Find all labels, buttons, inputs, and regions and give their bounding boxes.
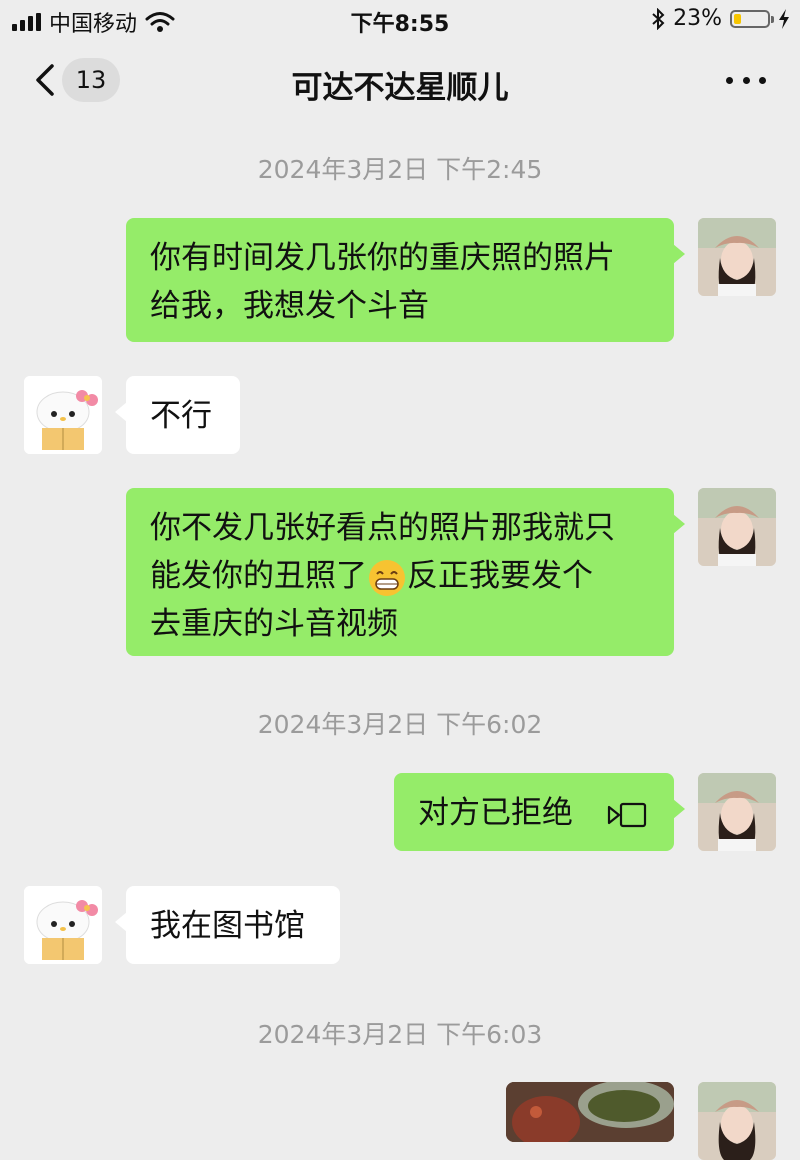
incoming-message[interactable]: 我在图书馆 [115, 886, 340, 964]
message-text-line: 你有时间发几张你的重庆照的照片 [150, 240, 615, 276]
call-record-message[interactable]: 对方已拒绝 [394, 773, 685, 851]
status-right: 23% [651, 6, 790, 31]
message-text: 我在图书馆 [150, 908, 305, 944]
portrait-avatar-image [698, 488, 776, 566]
hello-kitty-avatar-image [24, 376, 102, 454]
incoming-message[interactable]: 不行 [115, 376, 240, 454]
message-timestamp: 2024年3月2日 下午6:03 [257, 1020, 543, 1049]
my-avatar[interactable] [698, 1082, 776, 1160]
message-text: 不行 [150, 398, 212, 434]
contact-avatar[interactable] [24, 376, 102, 454]
my-avatar[interactable] [698, 218, 776, 296]
battery-percent: 23% [673, 6, 722, 31]
chat-header: 13 可达不达星顺儿 [0, 44, 800, 116]
more-icon[interactable] [726, 70, 766, 90]
my-avatar[interactable] [698, 488, 776, 566]
battery-fill [734, 13, 741, 24]
hello-kitty-avatar-image [24, 886, 102, 964]
charging-icon [779, 8, 789, 29]
message-text-part: 反正我要发个 [407, 558, 593, 594]
message-text-line: 给我，我想发个斗音 [150, 288, 429, 324]
portrait-avatar-image [698, 218, 776, 296]
message-timestamp: 2024年3月2日 下午6:02 [257, 710, 543, 739]
my-avatar[interactable] [698, 773, 776, 851]
message-text-line: 你不发几张好看点的照片那我就只 [150, 510, 615, 546]
message-text: 对方已拒绝 [418, 795, 573, 831]
portrait-avatar-image [698, 773, 776, 851]
bluetooth-icon [652, 7, 665, 30]
message-text-line: 去重庆的斗音视频 [150, 606, 398, 642]
battery-icon [730, 9, 774, 28]
contact-avatar[interactable] [24, 886, 102, 964]
message-timestamp: 2024年3月2日 下午2:45 [257, 155, 543, 184]
chat-title: 可达不达星顺儿 [291, 70, 509, 106]
message-text-line: 能发你的丑照了 反正我要发个 [150, 552, 650, 600]
message-text-part: 能发你的丑照了 [150, 558, 367, 594]
video-call-icon [607, 802, 646, 827]
outgoing-message[interactable]: 你不发几张好看点的照片那我就只 能发你的丑照了 反正我要发个 去重庆的斗音视频 [126, 488, 685, 656]
grinning-emoji-icon [369, 559, 405, 596]
outgoing-message[interactable]: 你有时间发几张你的重庆照的照片 给我，我想发个斗音 [126, 218, 685, 342]
food-photo-image [506, 1082, 674, 1142]
image-message[interactable] [506, 1082, 674, 1142]
portrait-avatar-image [698, 1082, 776, 1160]
status-bar: 中国移动 下午8:55 23% [0, 0, 800, 40]
